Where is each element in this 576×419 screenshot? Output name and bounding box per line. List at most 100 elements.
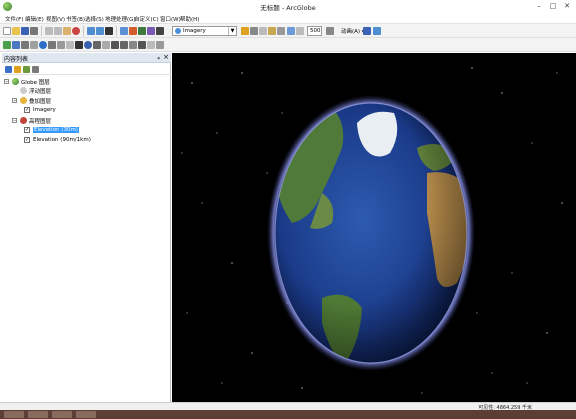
delete-icon[interactable]	[72, 27, 80, 35]
observer-icon[interactable]	[66, 41, 74, 49]
select-elements-icon[interactable]	[75, 41, 83, 49]
zoom-in-out-icon[interactable]	[21, 41, 29, 49]
menu-file[interactable]: 文件(F)	[5, 15, 23, 23]
close-window-button[interactable]: ✕	[561, 1, 573, 11]
navigate-icon[interactable]	[3, 41, 11, 49]
minimize-button[interactable]: –	[533, 1, 545, 11]
table-of-contents-icon[interactable]	[120, 27, 128, 35]
zoom-to-target-icon[interactable]	[57, 41, 65, 49]
layer-dropdown[interactable]: Imagery ▼	[172, 26, 237, 36]
pan-icon[interactable]	[30, 41, 38, 49]
globe-scene[interactable]	[172, 53, 576, 402]
cut-icon[interactable]	[45, 27, 53, 35]
sun-position-icon[interactable]	[138, 41, 146, 49]
save-icon[interactable]	[21, 27, 29, 35]
tree-node-elevation-90m[interactable]: ✓ Elevation (90m/1km)	[24, 136, 164, 145]
menu-bookmarks[interactable]: 书签(B)	[66, 15, 85, 23]
undo-icon[interactable]	[87, 27, 95, 35]
menu-windows[interactable]: 窗口(W)	[160, 15, 181, 23]
list-by-selection-icon[interactable]	[32, 66, 39, 73]
list-by-drawing-order-icon[interactable]	[5, 66, 12, 73]
toolbar-separator	[41, 26, 42, 36]
transparency-icon[interactable]	[268, 27, 276, 35]
full-extent-icon[interactable]	[39, 41, 47, 49]
hyperlink-icon[interactable]	[102, 41, 110, 49]
toolbox-icon[interactable]	[147, 27, 155, 35]
add-data-icon[interactable]	[105, 27, 113, 35]
compass-icon[interactable]	[129, 41, 137, 49]
tree-node-imagery[interactable]: ✓ Imagery	[24, 106, 164, 115]
tree-label: Globe 图层	[21, 80, 50, 86]
menu-view[interactable]: 视图(V)	[46, 15, 65, 23]
elevation-layer-icon	[20, 117, 27, 124]
tree-label: 高程图层	[29, 119, 52, 125]
animation-menu[interactable]: 动画(A) ▾	[341, 27, 365, 35]
tree-node-draped-layers[interactable]: − 叠加图层	[12, 96, 162, 105]
tree-label: Elevation (90m/1km)	[33, 137, 91, 143]
tree-node-elevation-30m[interactable]: ✓ Elevation (30m)	[24, 126, 164, 135]
new-document-icon[interactable]	[3, 27, 11, 35]
layer-visibility-checkbox[interactable]: ✓	[24, 107, 30, 113]
taskbar-app-icon[interactable]	[28, 411, 48, 418]
open-folder-icon[interactable]	[12, 27, 20, 35]
effects-icon[interactable]	[241, 27, 249, 35]
copy-icon[interactable]	[54, 27, 62, 35]
flicker-icon[interactable]	[259, 27, 267, 35]
animation-manager-icon[interactable]	[373, 27, 381, 35]
list-by-visibility-icon[interactable]	[23, 66, 30, 73]
chevron-down-icon[interactable]: ▼	[228, 27, 236, 35]
globe-icon	[12, 78, 19, 85]
collapse-icon[interactable]: −	[12, 98, 17, 103]
menu-selection[interactable]: 选择(S)	[85, 15, 104, 23]
contrast-icon[interactable]	[120, 41, 128, 49]
layer-effects-icon[interactable]	[277, 27, 285, 35]
close-panel-icon[interactable]: ×	[163, 53, 169, 61]
search-window-icon[interactable]	[138, 27, 146, 35]
pin-icon[interactable]: ᵩ	[158, 54, 161, 61]
print-icon[interactable]	[30, 27, 38, 35]
python-window-icon[interactable]	[156, 27, 164, 35]
capture-view-icon[interactable]	[363, 27, 371, 35]
globe-3d-view[interactable]	[172, 53, 576, 402]
tree-node-elevation-layers[interactable]: − 高程图层	[12, 116, 162, 125]
tree-node-floating-layers[interactable]: 浮动图层	[14, 86, 164, 95]
taskbar-app-icon[interactable]	[52, 411, 72, 418]
layer-dropdown-value: Imagery	[183, 28, 206, 34]
tree-node-globe-layers[interactable]: − Globe 图层	[4, 77, 164, 86]
menu-customize[interactable]: 自定义(C)	[134, 15, 159, 23]
standard-toolbar: Imagery ▼ 500 动画(A) ▾	[0, 24, 576, 38]
layer-icon	[175, 28, 181, 34]
fly-icon[interactable]	[12, 41, 20, 49]
list-by-source-icon[interactable]	[14, 66, 21, 73]
toc-toolbar	[2, 63, 171, 75]
swipe-icon[interactable]	[250, 27, 258, 35]
redo-icon[interactable]	[96, 27, 104, 35]
collapse-icon[interactable]: −	[4, 79, 9, 84]
toolbar-separator	[83, 26, 84, 36]
target-icon[interactable]	[48, 41, 56, 49]
measure-icon[interactable]	[93, 41, 101, 49]
maximize-button[interactable]: □	[547, 1, 559, 11]
table-of-contents-panel: 内容列表 ᵩ × − Globe 图层 浮动图层 − 叠加图层 ✓ Imager…	[2, 53, 171, 405]
clip-icon[interactable]	[147, 41, 155, 49]
menu-help[interactable]: 帮助(H)	[180, 15, 199, 23]
layer-visibility-checkbox[interactable]: ✓	[24, 137, 30, 143]
find-icon[interactable]	[111, 41, 119, 49]
menu-geoprocessing[interactable]: 地理处理(G)	[105, 15, 136, 23]
menu-edit[interactable]: 编辑(E)	[25, 15, 44, 23]
speed-arrow-icon[interactable]	[296, 27, 304, 35]
status-bar: 可见性: 4864.259 千米	[0, 402, 576, 411]
paste-icon[interactable]	[63, 27, 71, 35]
toc-title: 内容列表	[4, 56, 29, 63]
taskbar-app-icon[interactable]	[4, 411, 24, 418]
speed-input[interactable]: 500	[307, 26, 322, 36]
catalog-icon[interactable]	[129, 27, 137, 35]
taskbar-app-icon[interactable]	[76, 411, 96, 418]
identify-icon[interactable]	[84, 41, 92, 49]
speed-icon[interactable]	[287, 27, 295, 35]
tree-label: Imagery	[33, 107, 56, 113]
layer-visibility-checkbox[interactable]: ✓	[24, 127, 30, 133]
speed-spinner-icon[interactable]	[326, 27, 334, 35]
layout-icon[interactable]	[156, 41, 164, 49]
collapse-icon[interactable]: −	[12, 118, 17, 123]
